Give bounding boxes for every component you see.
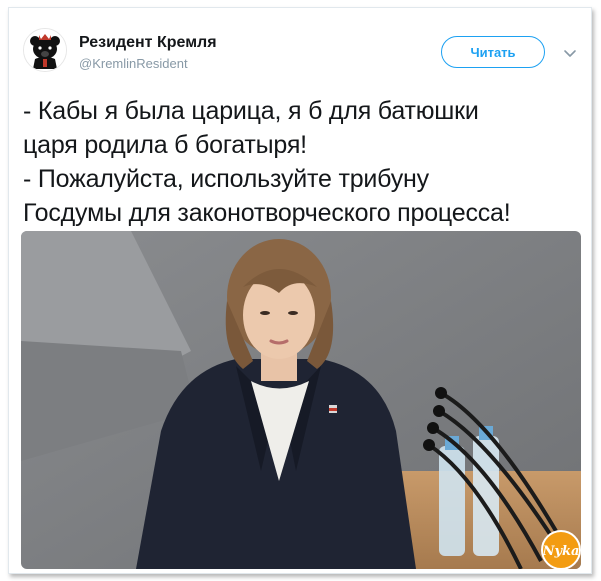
tweet-card: Резидент Кремля @KremlinResident Читать … [8,7,592,574]
nyka-watermark-logo: Nyka [541,530,581,569]
tweet-photo[interactable]: Nyka [21,231,581,569]
chevron-down-icon[interactable] [561,44,579,62]
svg-text:Nyka: Nyka [542,544,580,559]
follow-button[interactable]: Читать [441,36,545,68]
bear-emblem-icon [24,29,66,71]
woman-at-podium-photo [21,231,581,569]
author-avatar[interactable] [23,28,67,72]
tweet-text: - Кабы я была царица, я б для батюшки ца… [23,97,511,227]
author-handle[interactable]: @KremlinResident [79,56,188,71]
author-name[interactable]: Резидент Кремля [79,34,217,52]
